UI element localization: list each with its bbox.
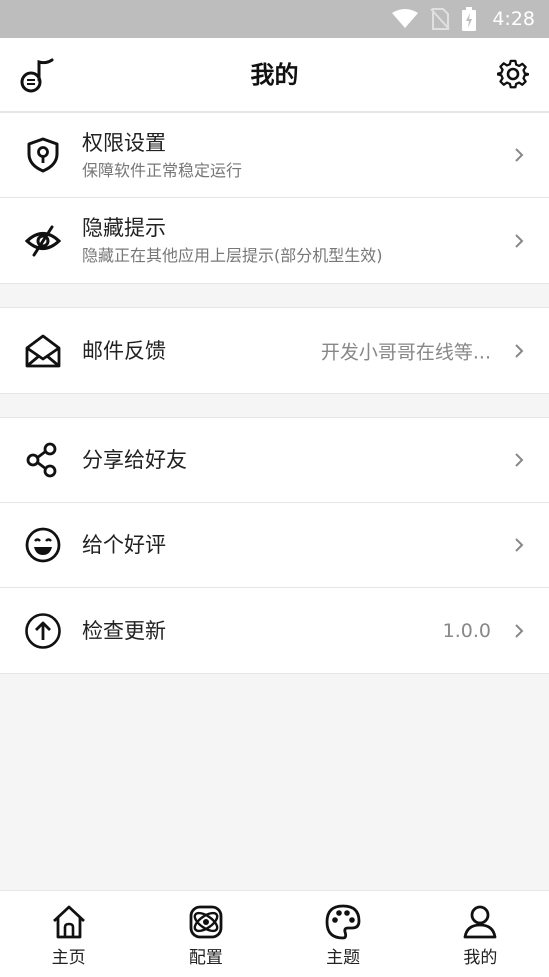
status-bar: 4:28: [0, 0, 549, 38]
nav-label-home: 主页: [51, 948, 86, 968]
share-friends-label: 分享给好友: [82, 448, 187, 472]
config-icon: [189, 905, 223, 939]
chevron-right-icon: [515, 623, 524, 638]
nav-label-mine: 我的: [463, 948, 498, 968]
hide-hint-sublabel: 隐藏正在其他应用上层提示(部分机型生效): [82, 246, 383, 265]
nav-item-config[interactable]: 配置: [137, 891, 274, 977]
chevron-right-icon: [515, 343, 524, 358]
user-icon: [463, 905, 497, 939]
settings-group-1: 权限设置 保障软件正常稳定运行 隐藏提示 隐藏正在其他应用上层提示(部分机型生效…: [0, 112, 549, 284]
hide-hint-row[interactable]: 隐藏提示 隐藏正在其他应用上层提示(部分机型生效): [0, 198, 549, 283]
eye-off-icon: [24, 225, 62, 256]
home-icon: [52, 905, 85, 939]
permission-settings-row[interactable]: 权限设置 保障软件正常稳定运行: [0, 113, 549, 198]
app-version-value: 1.0.0: [442, 619, 491, 642]
mail-feedback-value: 开发小哥哥在线等...: [320, 341, 491, 363]
battery-charging-icon: [462, 7, 477, 31]
shield-keyhole-icon: [27, 137, 59, 173]
settings-group-2: 邮件反馈 开发小哥哥在线等...: [0, 307, 549, 394]
mail-open-icon: [25, 334, 61, 367]
hide-hint-label: 隐藏提示: [82, 216, 166, 240]
nav-label-theme: 主题: [326, 948, 361, 968]
page-title: 我的: [250, 61, 299, 89]
status-time: 4:28: [492, 8, 535, 30]
bottom-nav: 主页 配置 主题 我的: [0, 890, 549, 977]
nav-item-home[interactable]: 主页: [0, 891, 137, 977]
chevron-right-icon: [515, 148, 524, 162]
palette-icon: [325, 904, 361, 940]
nav-item-theme[interactable]: 主题: [275, 891, 412, 977]
check-update-row[interactable]: 检查更新 1.0.0: [0, 588, 549, 673]
mail-feedback-row[interactable]: 邮件反馈 开发小哥哥在线等...: [0, 308, 549, 393]
smile-icon: [25, 527, 61, 563]
wifi-icon: [392, 9, 419, 28]
app-bar: 我的: [0, 38, 549, 112]
nav-label-config: 配置: [188, 948, 223, 968]
arrow-up-circle-icon: [25, 612, 61, 649]
settings-group-3: 分享给好友 给个好评 检查更新 1.0.0: [0, 417, 549, 674]
chevron-right-icon: [515, 538, 524, 552]
chevron-right-icon: [515, 233, 524, 248]
gear-icon[interactable]: [497, 58, 529, 90]
permission-settings-sublabel: 保障软件正常稳定运行: [82, 160, 243, 180]
nav-item-mine[interactable]: 我的: [412, 891, 549, 977]
share-icon: [26, 442, 57, 478]
chevron-right-icon: [515, 453, 524, 467]
no-sim-icon: [430, 8, 451, 30]
share-friends-row[interactable]: 分享给好友: [0, 418, 549, 503]
rate-app-label: 给个好评: [82, 533, 166, 557]
check-update-label: 检查更新: [82, 618, 166, 643]
rate-app-row[interactable]: 给个好评: [0, 503, 549, 588]
permission-settings-label: 权限设置: [82, 130, 166, 155]
